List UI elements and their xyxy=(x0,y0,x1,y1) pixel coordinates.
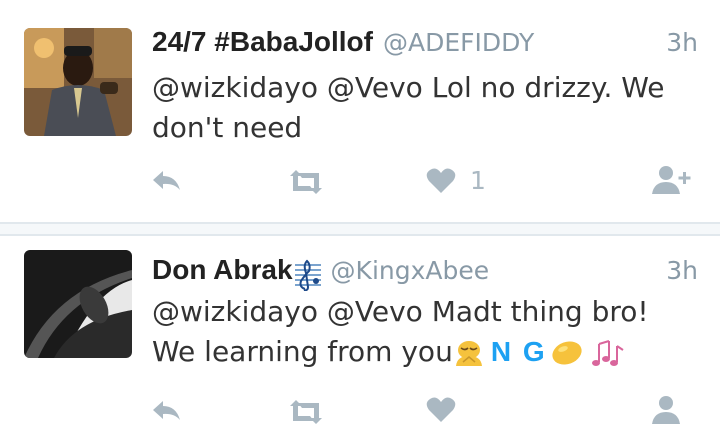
tweet-text-line: We learning from you N G xyxy=(152,332,690,372)
reply-button[interactable] xyxy=(150,398,184,426)
person-bowing-icon xyxy=(455,341,482,366)
user-handle[interactable]: @KingxAbee xyxy=(331,256,490,285)
lemon-icon xyxy=(552,341,582,365)
tweet-2[interactable]: Don Abrak @KingxAbee 3h @wizkidayo @Vevo… xyxy=(0,236,720,424)
follow-user-icon xyxy=(652,396,680,424)
timeline-gap xyxy=(0,224,720,234)
like-count: 1 xyxy=(470,166,486,195)
follow-button[interactable] xyxy=(650,394,694,426)
tweet-text: @wizkidayo @Vevo Madt thing bro! We lear… xyxy=(152,292,690,372)
musical-score-icon xyxy=(294,259,321,291)
avatar-photo xyxy=(24,28,132,136)
display-name[interactable]: 24/7 #BabaJollof xyxy=(152,26,373,58)
tweet-text-segment: We learning from you xyxy=(152,335,453,368)
like-button[interactable] xyxy=(426,396,456,424)
tweet-text: @wizkidayo @Vevo Lol no drizzy. We don't… xyxy=(152,71,665,144)
heart-icon xyxy=(426,397,456,422)
like-button[interactable]: 1 xyxy=(426,166,486,195)
tweet-text-ng: N G xyxy=(490,336,547,367)
tweet-text-line: @wizkidayo @Vevo Madt thing bro! xyxy=(152,295,649,328)
retweet-button[interactable] xyxy=(286,398,326,426)
avatar-photo xyxy=(24,250,132,358)
tweet-actions: 1 xyxy=(150,162,700,202)
avatar[interactable] xyxy=(24,250,132,358)
tweet-actions xyxy=(150,392,700,432)
follow-button[interactable] xyxy=(650,164,694,196)
user-handle[interactable]: @ADEFIDDY xyxy=(383,28,534,57)
tweet-1[interactable]: 24/7 #BabaJollof @ADEFIDDY 3h @wizkidayo… xyxy=(0,0,720,222)
reply-icon xyxy=(153,171,180,190)
follow-user-icon xyxy=(652,166,691,194)
heart-icon xyxy=(426,168,456,193)
avatar[interactable] xyxy=(24,28,132,136)
retweet-button[interactable] xyxy=(286,168,326,196)
retweet-icon xyxy=(290,400,322,424)
display-name[interactable]: Don Abrak xyxy=(152,254,293,286)
reply-icon xyxy=(153,401,180,420)
musical-notes-icon xyxy=(591,340,624,366)
timestamp[interactable]: 3h xyxy=(666,256,698,285)
reply-button[interactable] xyxy=(150,168,184,196)
retweet-icon xyxy=(290,170,322,194)
timestamp[interactable]: 3h xyxy=(666,28,698,57)
